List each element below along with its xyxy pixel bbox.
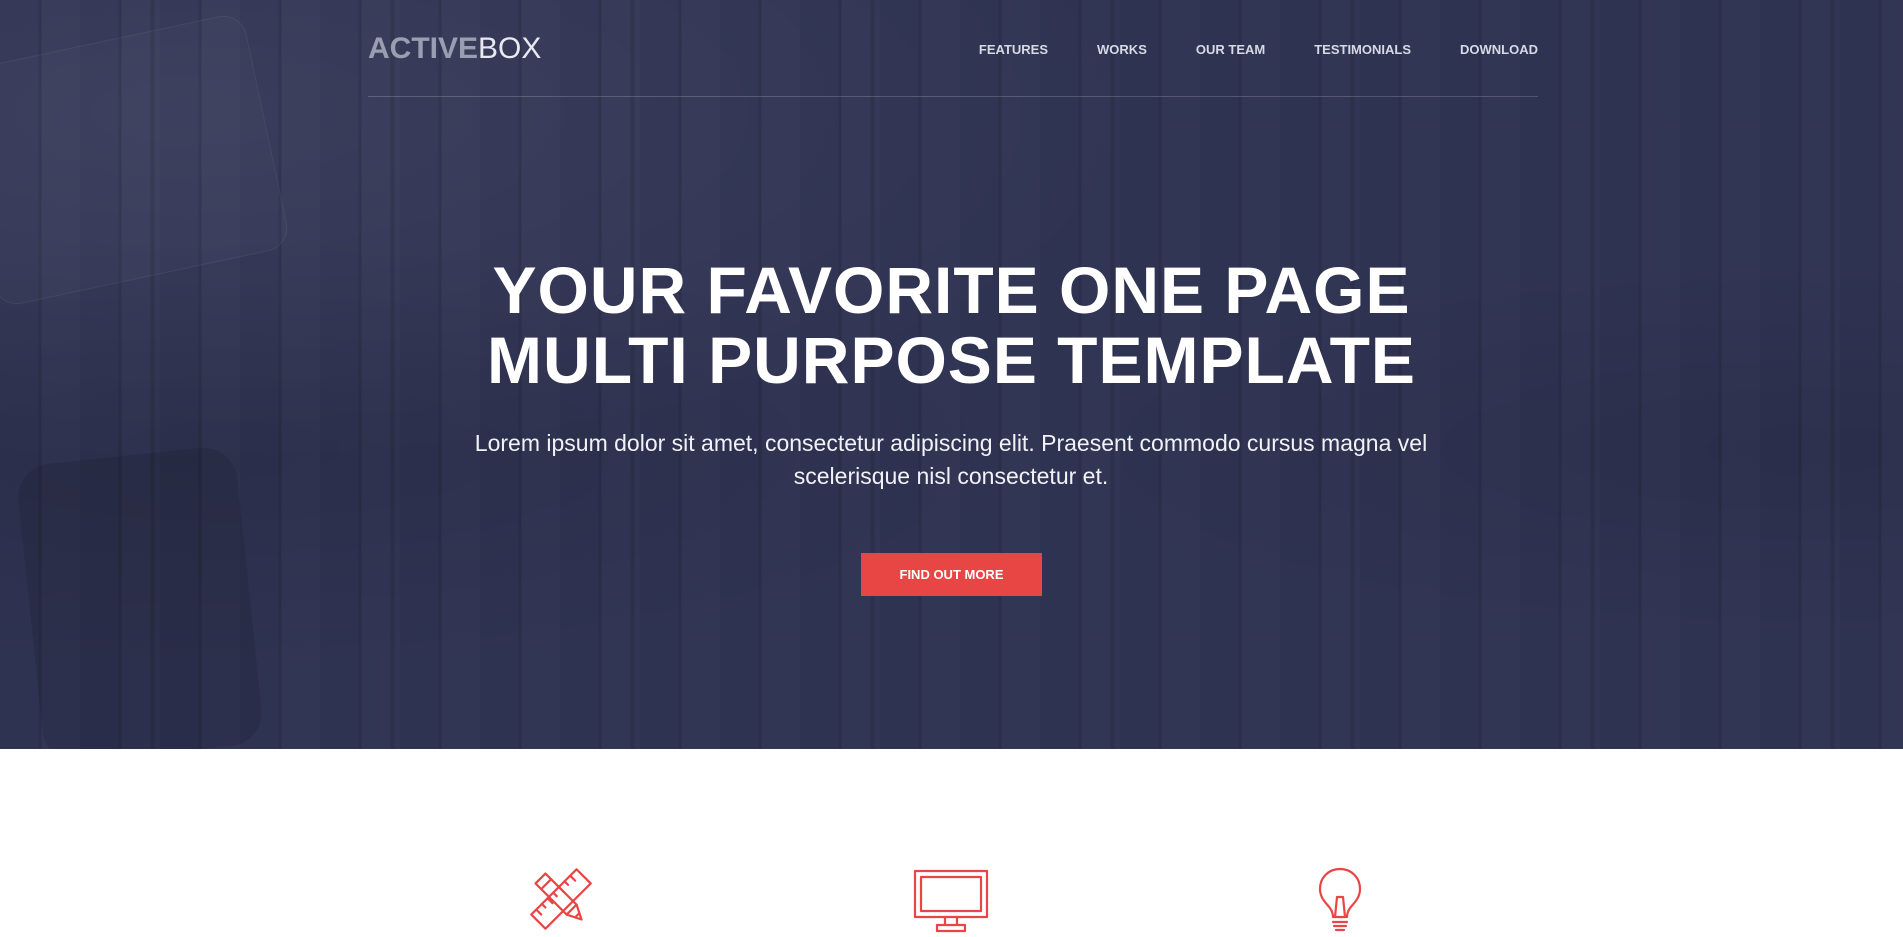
logo-strong-text: ACTIVE [368,32,479,65]
nav-menu: FEATURES WORKS OUR TEAM TESTIMONIALS DOW… [930,42,1538,57]
monitor-icon [913,869,989,933]
nav-item-download[interactable]: DOWNLOAD [1460,42,1538,57]
nav-item-our-team[interactable]: OUR TEAM [1196,42,1265,57]
brand-logo[interactable]: ACTIVEBOX [368,31,541,67]
nav-item-works[interactable]: WORKS [1097,42,1147,57]
hero-subtitle-line-1: Lorem ipsum dolor sit amet, consectetur … [474,430,1428,456]
features-section [0,749,1903,937]
nav-divider [368,96,1538,97]
hero-title-line-2: MULTI PURPOSE TEMPLATE [487,323,1416,397]
hero-section: ACTIVEBOX FEATURES WORKS OUR TEAM TESTIM… [0,0,1903,766]
nav-item-features[interactable]: FEATURES [979,42,1048,57]
hero-subtitle-line-2: scelerisque nisl consectetur et. [793,463,1109,489]
hero-title-line-1: YOUR FAVORITE ONE PAGE [492,253,1411,327]
hero-title: YOUR FAVORITE ONE PAGE MULTI PURPOSE TEM… [0,255,1903,395]
background-phone-shape [14,444,266,766]
logo-light-text: BOX [478,32,542,65]
nav-item-testimonials[interactable]: TESTIMONIALS [1314,42,1411,57]
hero-subtitle: Lorem ipsum dolor sit amet, consectetur … [451,427,1451,493]
lightbulb-icon [1318,867,1362,932]
pencil-ruler-icon [530,868,592,930]
top-navigation: ACTIVEBOX FEATURES WORKS OUR TEAM TESTIM… [368,26,1538,96]
find-out-more-button[interactable]: FIND OUT MORE [861,553,1042,596]
